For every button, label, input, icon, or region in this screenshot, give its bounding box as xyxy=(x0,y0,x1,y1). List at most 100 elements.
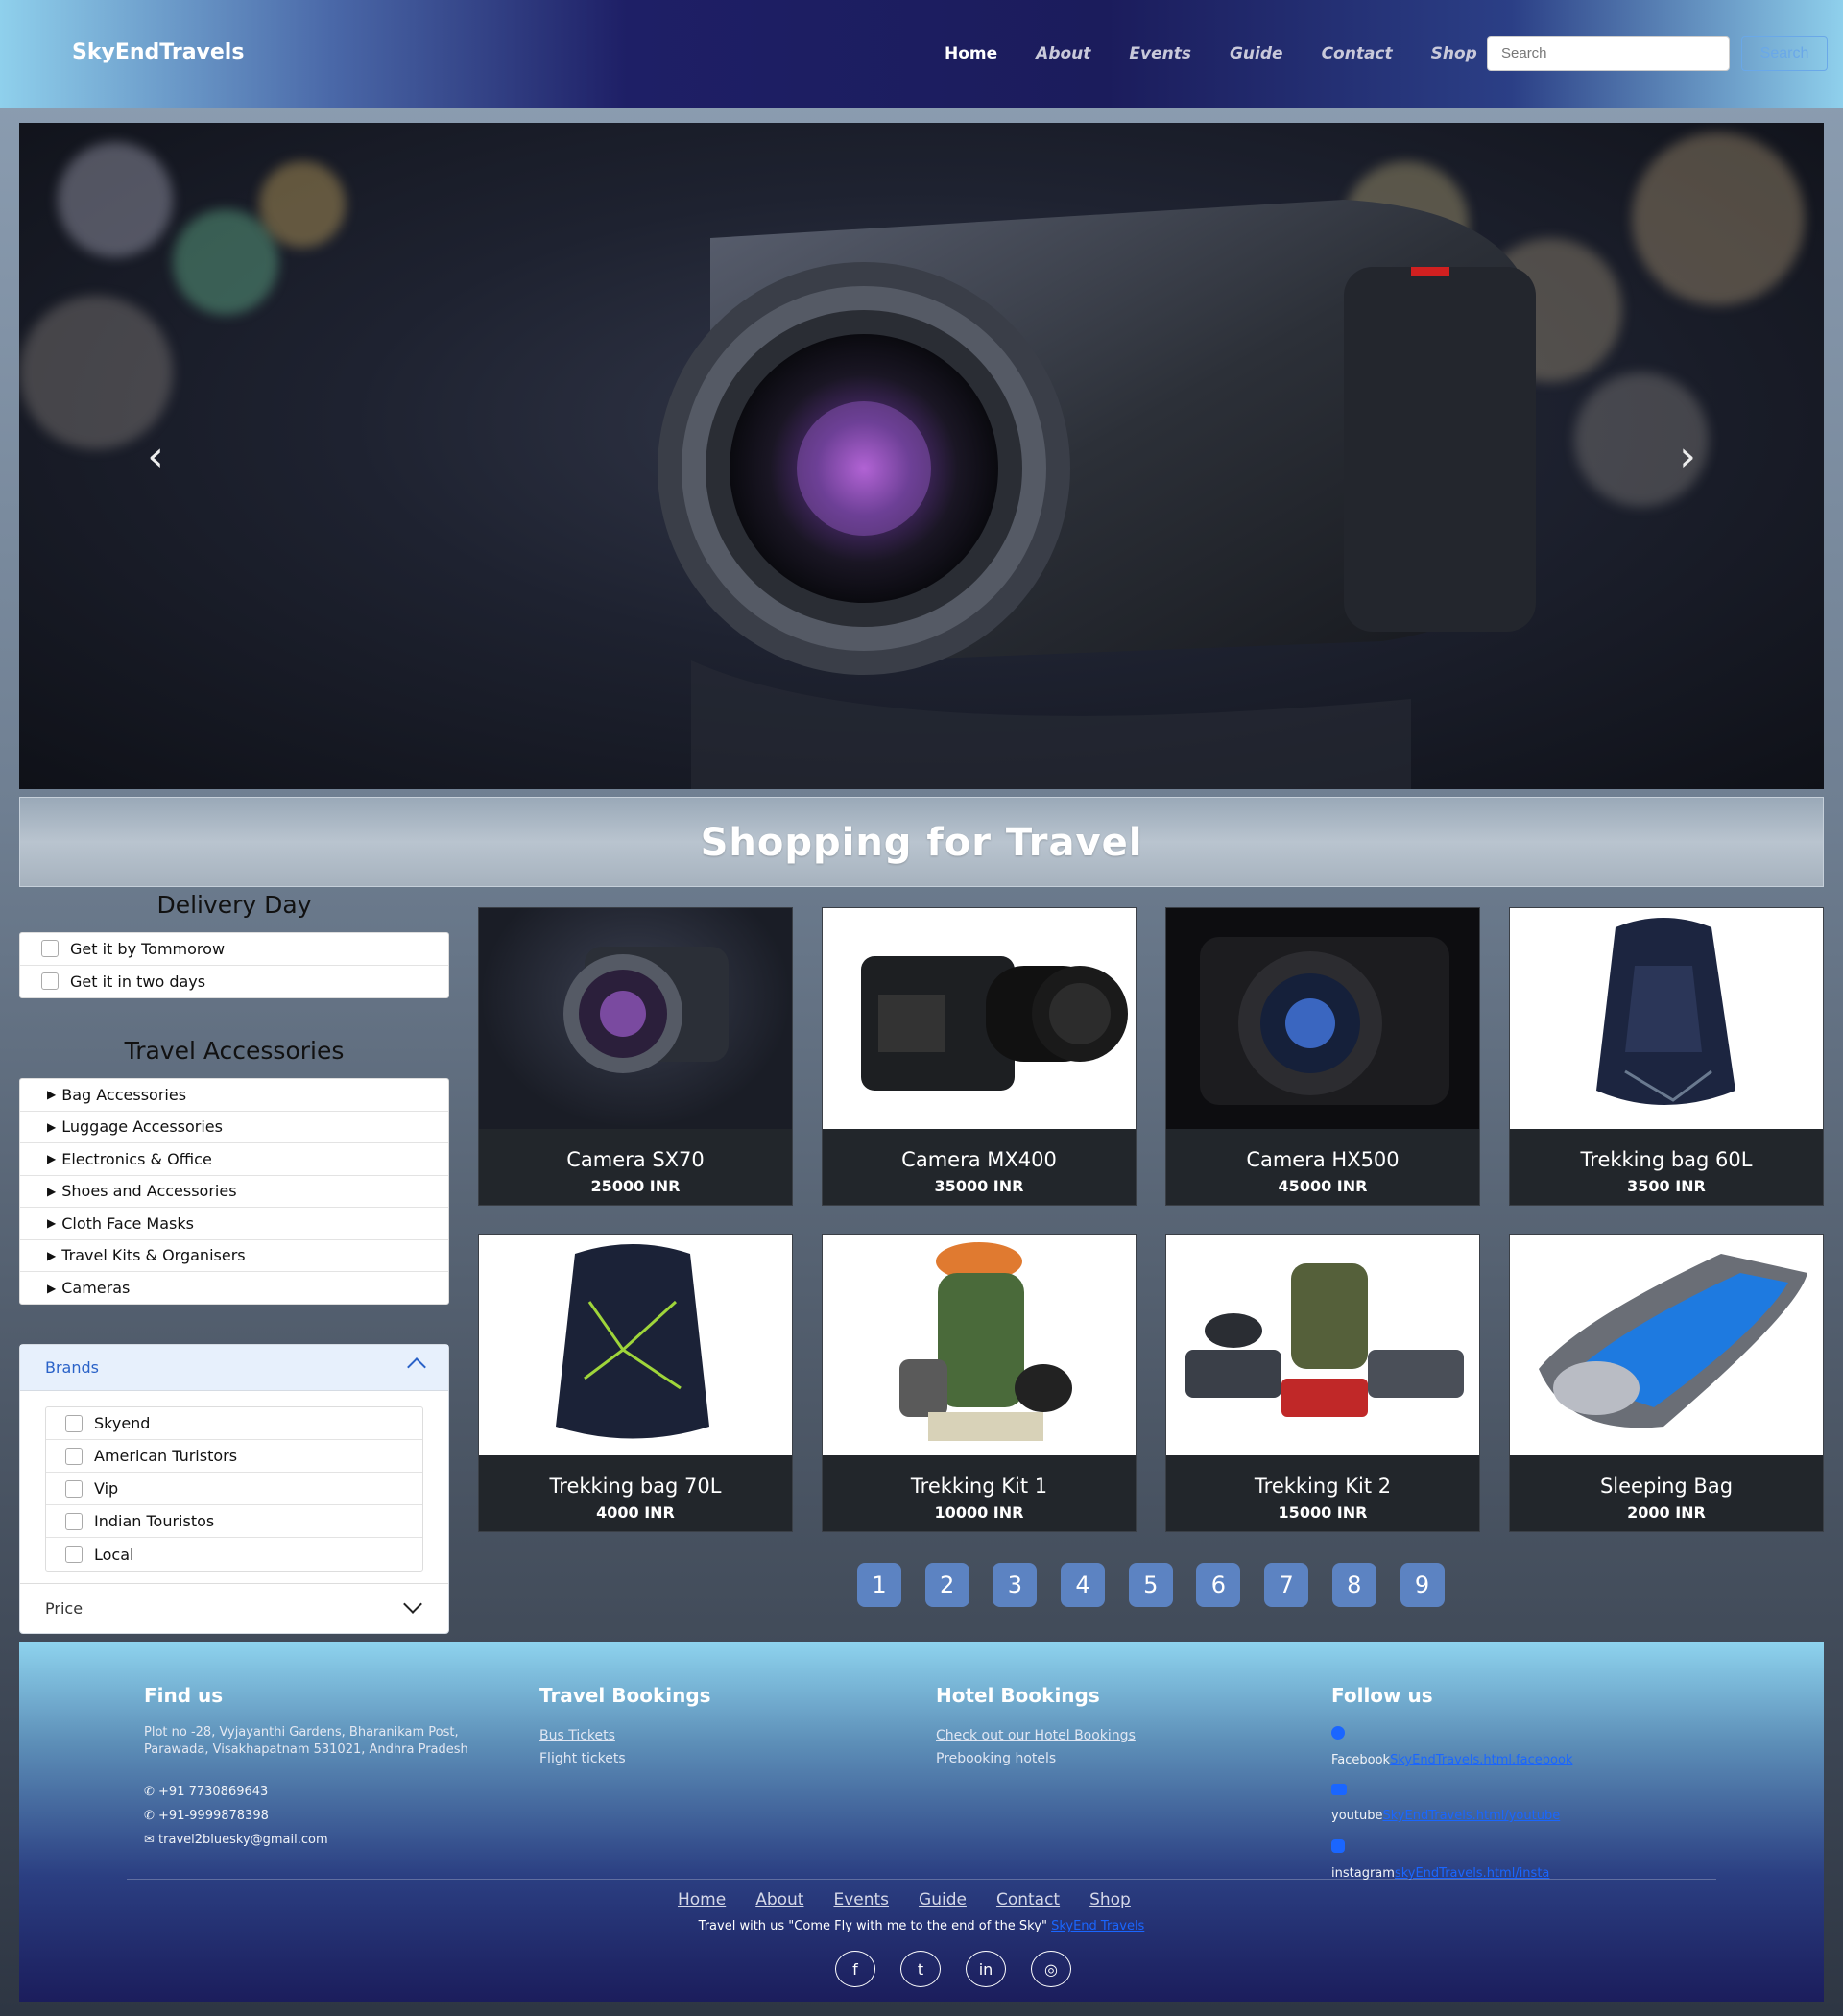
footer-heading: Follow us xyxy=(1331,1684,1433,1707)
footer-nav-events[interactable]: Events xyxy=(833,1890,889,1909)
product-image xyxy=(1166,1235,1479,1455)
accessory-item[interactable]: ▶ Bag Accessories xyxy=(20,1079,448,1112)
twitter-icon[interactable]: t xyxy=(900,1951,941,1987)
brand-option[interactable]: Indian Touristos xyxy=(46,1505,422,1538)
checkbox[interactable] xyxy=(41,972,59,991)
accessory-item[interactable]: ▶ Cameras xyxy=(20,1272,448,1305)
nav-about[interactable]: About xyxy=(1036,44,1090,63)
product-card[interactable]: Sleeping Bag 2000 INR xyxy=(1509,1234,1824,1532)
page-button[interactable]: 7 xyxy=(1264,1563,1309,1607)
footer-phone: +91-9999878398 xyxy=(158,1809,269,1823)
footer-brand-link[interactable]: SkyEnd Travels xyxy=(1051,1919,1144,1933)
instagram-icon[interactable]: ◎ xyxy=(1031,1951,1071,1987)
footer-link-prebook[interactable]: Prebooking hotels xyxy=(936,1747,1136,1770)
product-card[interactable]: Camera SX70 25000 INR xyxy=(478,907,793,1206)
page-button[interactable]: 9 xyxy=(1400,1563,1445,1607)
email-icon: ✉ xyxy=(144,1833,159,1847)
checkbox[interactable] xyxy=(41,940,59,958)
footer-follow: Follow us FacebookSkyEndTravels.html.fac… xyxy=(1331,1684,1573,1881)
page-button[interactable]: 4 xyxy=(1061,1563,1106,1607)
product-image xyxy=(479,1235,792,1455)
checkbox[interactable] xyxy=(65,1546,83,1563)
brand-option[interactable]: Local xyxy=(46,1538,422,1571)
checkbox[interactable] xyxy=(65,1512,83,1530)
section-title: Shopping for Travel xyxy=(700,821,1143,865)
product-name: Trekking Kit 1 xyxy=(910,1475,1048,1498)
product-image xyxy=(823,1235,1136,1455)
product-card[interactable]: Trekking Kit 2 15000 INR xyxy=(1165,1234,1480,1532)
caret-right-icon: ▶ xyxy=(47,1119,57,1134)
accessory-item[interactable]: ▶ Cloth Face Masks xyxy=(20,1208,448,1240)
chevron-down-icon xyxy=(403,1595,422,1614)
footer-nav-home[interactable]: Home xyxy=(678,1890,726,1909)
footer-phone: +91 7730869643 xyxy=(158,1785,269,1799)
brand-option[interactable]: Skyend xyxy=(46,1407,422,1440)
page-button[interactable]: 6 xyxy=(1196,1563,1241,1607)
page-button[interactable]: 5 xyxy=(1128,1563,1173,1607)
product-price: 45000 INR xyxy=(1278,1177,1368,1195)
product-card[interactable]: Camera HX500 45000 INR xyxy=(1165,907,1480,1206)
brand-option[interactable]: Vip xyxy=(46,1473,422,1505)
accessories-list: ▶ Bag Accessories ▶ Luggage Accessories ▶ E… xyxy=(19,1078,449,1305)
page-button[interactable]: 1 xyxy=(857,1563,901,1607)
product-price: 10000 INR xyxy=(934,1503,1024,1522)
phone-icon: ✆ xyxy=(144,1809,159,1823)
product-card[interactable]: Trekking bag 70L 4000 INR xyxy=(478,1234,793,1532)
search-input[interactable]: Search xyxy=(1487,36,1730,71)
search-button[interactable]: Search xyxy=(1741,36,1828,71)
footer-email: travel2bluesky@gmail.com xyxy=(158,1833,328,1847)
accessory-item[interactable]: ▶ Travel Kits & Organisers xyxy=(20,1240,448,1272)
carousel-prev-button[interactable]: ‹ xyxy=(136,436,175,478)
brand-option[interactable]: American Turistors xyxy=(46,1440,422,1473)
accessory-item[interactable]: ▶ Luggage Accessories xyxy=(20,1112,448,1143)
nav-links: Home About Events Guide Contact Shop xyxy=(945,44,1516,63)
youtube-icon xyxy=(1331,1784,1347,1795)
navbar: SkyEndTravels Home About Events Guide Co… xyxy=(0,0,1843,108)
delivery-option[interactable]: Get it by Tommorow xyxy=(20,933,448,966)
footer-link-flight[interactable]: Flight tickets xyxy=(539,1747,711,1770)
page-button[interactable]: 3 xyxy=(993,1563,1038,1607)
nav-guide[interactable]: Guide xyxy=(1230,44,1283,63)
facebook-icon xyxy=(1331,1726,1345,1740)
facebook-link[interactable]: SkyEndTravels.html.facebook xyxy=(1390,1753,1572,1767)
linkedin-icon[interactable]: in xyxy=(966,1951,1006,1987)
page-button[interactable]: 2 xyxy=(924,1563,969,1607)
caret-right-icon: ▶ xyxy=(47,1152,57,1166)
product-image xyxy=(479,908,792,1129)
delivery-option[interactable]: Get it in two days xyxy=(20,966,448,998)
footer-find-us: Find us Plot no -28, Vyjayanthi Gardens,… xyxy=(144,1684,509,1852)
product-name: Trekking bag 70L xyxy=(549,1475,722,1498)
nav-events[interactable]: Events xyxy=(1129,44,1191,63)
footer-nav-shop[interactable]: Shop xyxy=(1089,1890,1131,1909)
footer-travel: Travel Bookings Bus Tickets Flight ticke… xyxy=(539,1684,711,1770)
footer-nav-about[interactable]: About xyxy=(755,1890,803,1909)
footer-nav-contact[interactable]: Contact xyxy=(996,1890,1060,1909)
accessory-item[interactable]: ▶ Shoes and Accessories xyxy=(20,1176,448,1208)
facebook-icon[interactable]: f xyxy=(835,1951,875,1987)
nav-home[interactable]: Home xyxy=(945,44,997,63)
youtube-link[interactable]: SkyEndTravels.html/youtube xyxy=(1382,1809,1560,1823)
checkbox[interactable] xyxy=(65,1479,83,1498)
footer-link-bus[interactable]: Bus Tickets xyxy=(539,1724,711,1747)
nav-shop[interactable]: Shop xyxy=(1431,44,1477,63)
carousel-next-button[interactable]: › xyxy=(1668,436,1707,478)
delivery-heading: Delivery Day xyxy=(156,891,312,919)
product-card[interactable]: Trekking bag 60L 3500 INR xyxy=(1509,907,1824,1206)
checkbox[interactable] xyxy=(65,1447,83,1465)
chevron-up-icon xyxy=(407,1357,426,1377)
accessory-item[interactable]: ▶ Electronics & Office xyxy=(20,1143,448,1176)
product-card[interactable]: Trekking Kit 1 10000 INR xyxy=(822,1234,1137,1532)
footer-heading: Hotel Bookings xyxy=(936,1684,1100,1707)
footer-tagline: Travel with us "Come Fly with me to the … xyxy=(698,1919,1145,1933)
brand-logo[interactable]: SkyEndTravels xyxy=(72,40,244,64)
brands-accordion-header[interactable]: Brands xyxy=(20,1345,448,1391)
nav-contact[interactable]: Contact xyxy=(1322,44,1393,63)
price-accordion-header[interactable]: Price xyxy=(20,1583,448,1633)
footer-nav-guide[interactable]: Guide xyxy=(919,1890,967,1909)
product-image xyxy=(1510,1235,1823,1455)
footer: Find us Plot no -28, Vyjayanthi Gardens,… xyxy=(19,1642,1824,2002)
page-button[interactable]: 8 xyxy=(1331,1563,1376,1607)
product-card[interactable]: Camera MX400 35000 INR xyxy=(822,907,1137,1206)
footer-link-hotel[interactable]: Check out our Hotel Bookings xyxy=(936,1724,1136,1747)
checkbox[interactable] xyxy=(65,1414,83,1432)
